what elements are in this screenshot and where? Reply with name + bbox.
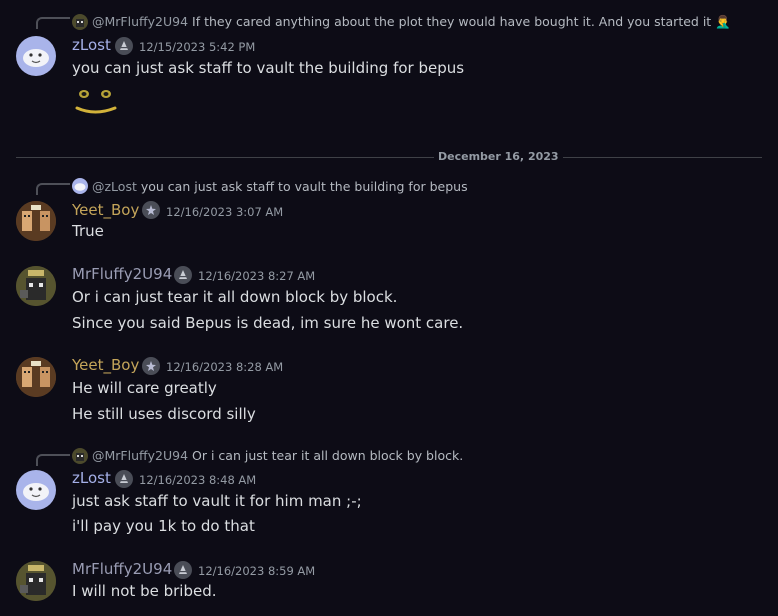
reply-mention[interactable]: @MrFluffy2U94	[92, 448, 188, 463]
timestamp[interactable]: 12/15/2023 5:42 PM	[139, 40, 255, 54]
reply-snippet: If they cared anything about the plot th…	[192, 14, 712, 29]
username[interactable]: MrFluffy2U94	[72, 265, 172, 283]
message-text: i'll pay you 1k to do that	[72, 517, 255, 535]
reply-avatar	[72, 178, 88, 194]
reply-mention[interactable]: @MrFluffy2U94	[92, 14, 188, 29]
message-text: just ask staff to vault it for him man ;…	[72, 492, 362, 510]
timestamp[interactable]: 12/16/2023 8:48 AM	[139, 473, 256, 487]
reply-spine	[36, 17, 70, 29]
avatar[interactable]	[16, 201, 56, 241]
reply-preview[interactable]: @MrFluffy2U94 If they cared anything abo…	[92, 14, 731, 30]
reply-spine	[36, 183, 70, 195]
message-text: you can just ask staff to vault the buil…	[72, 59, 465, 77]
username[interactable]: Yeet_Boy	[72, 201, 139, 219]
message-text: He will care greatly	[72, 379, 217, 397]
reply-snippet: Or i can just tear it all down block by …	[192, 448, 464, 463]
avatar[interactable]	[16, 357, 56, 397]
role-icon	[174, 561, 192, 579]
timestamp[interactable]: 12/16/2023 8:27 AM	[198, 269, 315, 283]
reply-mention[interactable]: @zLost	[92, 179, 137, 194]
reply-spine	[36, 454, 70, 466]
reply-snippet: you can just ask staff to vault the buil…	[140, 179, 468, 194]
date-divider: December 16, 2023	[434, 150, 563, 163]
facepalm-emoji: 🤦‍♂️	[715, 14, 731, 29]
username[interactable]: MrFluffy2U94	[72, 560, 172, 578]
avatar[interactable]	[16, 266, 56, 306]
role-icon	[115, 470, 133, 488]
reply-avatar	[72, 14, 88, 30]
custom-emoji	[74, 86, 118, 116]
role-icon	[142, 201, 160, 219]
reply-preview[interactable]: @MrFluffy2U94 Or i can just tear it all …	[92, 448, 463, 463]
message-text: Or i can just tear it all down block by …	[72, 288, 398, 306]
timestamp[interactable]: 12/16/2023 8:28 AM	[166, 360, 283, 374]
reply-preview[interactable]: @zLost you can just ask staff to vault t…	[92, 179, 468, 194]
username[interactable]: Yeet_Boy	[72, 356, 139, 374]
timestamp[interactable]: 12/16/2023 8:59 AM	[198, 564, 315, 578]
role-icon	[142, 357, 160, 375]
message-text: True	[72, 222, 104, 240]
role-icon	[115, 37, 133, 55]
username[interactable]: zLost	[72, 469, 111, 487]
message-text: I will not be bribed.	[72, 582, 217, 600]
avatar[interactable]	[16, 561, 56, 601]
reply-avatar	[72, 448, 88, 464]
timestamp[interactable]: 12/16/2023 3:07 AM	[166, 205, 283, 219]
username[interactable]: zLost	[72, 36, 111, 54]
avatar[interactable]	[16, 36, 56, 76]
message-text: Since you said Bepus is dead, im sure he…	[72, 314, 464, 332]
avatar[interactable]	[16, 470, 56, 510]
message-text: He still uses discord silly	[72, 405, 256, 423]
date-divider-line	[16, 157, 762, 158]
role-icon	[174, 266, 192, 284]
